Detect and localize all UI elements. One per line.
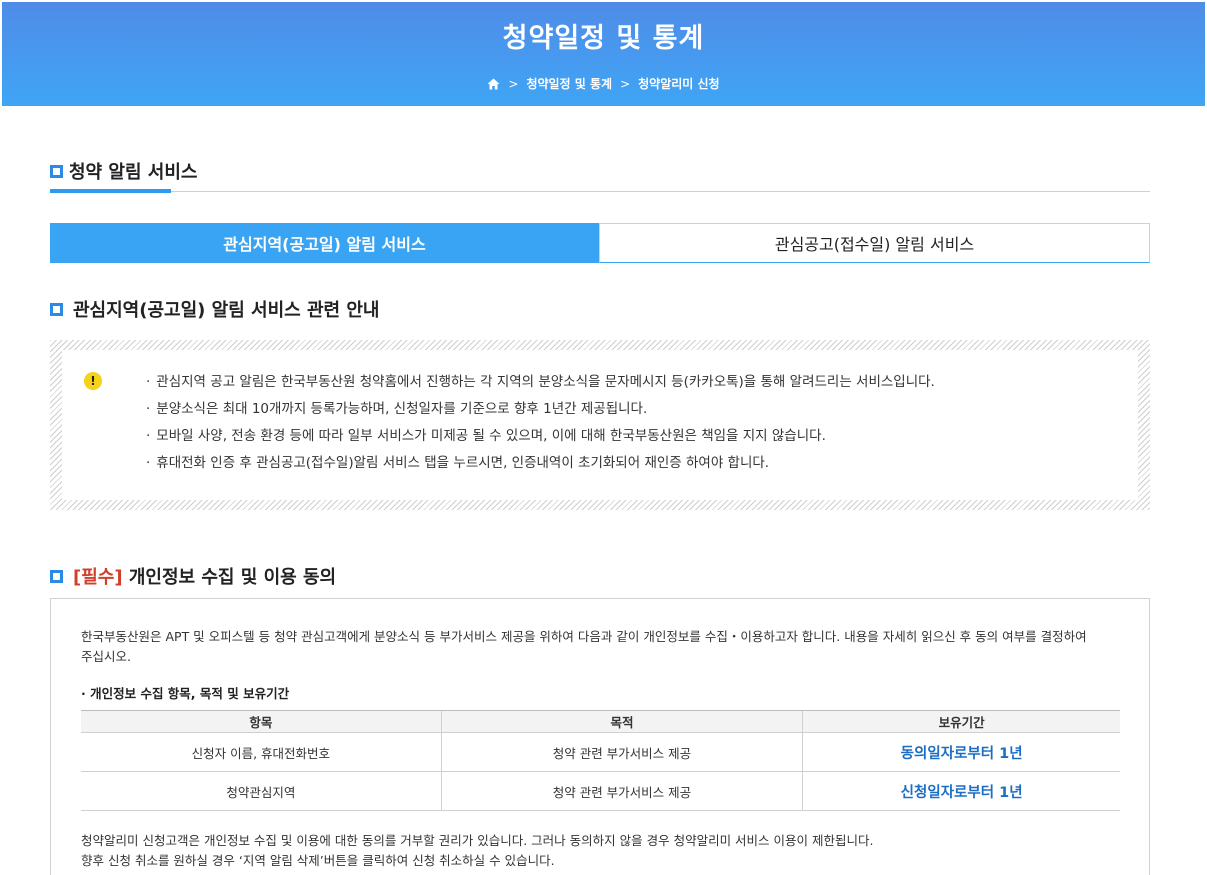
square-bullet-icon <box>50 164 63 178</box>
home-icon[interactable] <box>487 78 500 90</box>
privacy-consent-title: [필수] 개인정보 수집 및 이용 동의 <box>50 563 336 589</box>
privacy-intro: 한국부동산원은 APT 및 오피스텔 등 청약 관심고객에게 분양소식 등 부가… <box>81 629 1087 664</box>
page-title: 청약일정 및 통계 <box>502 23 705 54</box>
table-header-purpose: 목적 <box>440 710 803 733</box>
warning-icon: ! <box>84 372 102 390</box>
privacy-consent-title-text: 개인정보 수집 및 이용 동의 <box>128 567 337 588</box>
breadcrumb-item-schedule[interactable]: 청약일정 및 통계 <box>526 75 612 92</box>
chevron-right-icon: > <box>508 76 519 91</box>
tab-region-alert[interactable]: 관심지역(공고일) 알림 서비스 <box>50 223 599 263</box>
section-divider <box>50 191 1150 192</box>
privacy-footer-line: 청약알리미 신청고객은 개인정보 수집 및 이용에 대한 동의를 거부할 권리가… <box>81 833 874 848</box>
privacy-table: 항목 목적 보유기간 신청자 이름, 휴대전화번호 청약 관련 부가서비스 제공… <box>81 710 1120 811</box>
table-cell-purpose: 청약 관련 부가서비스 제공 <box>440 732 803 772</box>
notice-item: 모바일 사양, 전송 환경 등에 따라 일부 서비스가 미제공 될 수 있으며,… <box>146 426 935 453</box>
notice-box: ! 관심지역 공고 알림은 한국부동산원 청약홈에서 진행하는 각 지역의 분양… <box>50 340 1150 510</box>
table-cell-item: 청약관심지역 <box>81 771 442 811</box>
table-cell-retention: 동의일자로부터 1년 <box>802 732 1120 772</box>
notice-item: 휴대전화 인증 후 관심공고(접수일)알림 서비스 탭을 누르시면, 인증내역이… <box>146 453 935 480</box>
square-bullet-icon <box>50 302 63 316</box>
notice-item: 관심지역 공고 알림은 한국부동산원 청약홈에서 진행하는 각 지역의 분양소식… <box>146 372 935 399</box>
privacy-footer-line: 향후 신청 취소를 원하실 경우 ‘지역 알림 삭제’버튼을 클릭하여 신청 취… <box>81 853 555 868</box>
privacy-consent-box: 한국부동산원은 APT 및 오피스텔 등 청약 관심고객에게 분양소식 등 부가… <box>50 598 1150 875</box>
notice-title: 관심지역(공고일) 알림 서비스 관련 안내 <box>50 296 379 322</box>
table-row: 신청자 이름, 휴대전화번호 청약 관련 부가서비스 제공 동의일자로부터 1년 <box>81 732 1120 772</box>
notice-list: 관심지역 공고 알림은 한국부동산원 청약홈에서 진행하는 각 지역의 분양소식… <box>146 372 935 480</box>
section-title: 청약 알림 서비스 <box>50 158 197 184</box>
notice-title-text: 관심지역(공고일) 알림 서비스 관련 안내 <box>73 300 380 321</box>
table-row: 청약관심지역 청약 관련 부가서비스 제공 신청일자로부터 1년 <box>81 771 1120 811</box>
table-cell-purpose: 청약 관련 부가서비스 제공 <box>440 771 803 811</box>
section-divider-accent <box>50 189 171 193</box>
breadcrumb: > 청약일정 및 통계 > 청약알리미 신청 <box>2 75 1205 92</box>
privacy-footer: 청약알리미 신청고객은 개인정보 수집 및 이용에 대한 동의를 거부할 권리가… <box>81 831 873 871</box>
table-cell-item: 신청자 이름, 휴대전화번호 <box>81 732 442 772</box>
table-cell-retention: 신청일자로부터 1년 <box>802 771 1120 811</box>
section-title-text: 청약 알림 서비스 <box>69 162 198 183</box>
square-bullet-icon <box>50 569 63 583</box>
required-tag: [필수] <box>73 567 123 588</box>
table-header-item: 항목 <box>81 710 442 733</box>
privacy-subheading: · 개인정보 수집 항목, 목적 및 보유기간 <box>81 686 290 701</box>
notice-item: 분양소식은 최대 10개까지 등록가능하며, 신청일자를 기준으로 향후 1년간… <box>146 399 935 426</box>
page-header: 청약일정 및 통계 > 청약일정 및 통계 > 청약알리미 신청 <box>2 2 1205 106</box>
tab-notice-alert[interactable]: 관심공고(접수일) 알림 서비스 <box>599 223 1150 263</box>
notice-content: ! 관심지역 공고 알림은 한국부동산원 청약홈에서 진행하는 각 지역의 분양… <box>62 350 1138 500</box>
breadcrumb-item-alert[interactable]: 청약알리미 신청 <box>638 75 719 92</box>
chevron-right-icon: > <box>620 76 631 91</box>
table-header-retention: 보유기간 <box>802 710 1120 733</box>
service-tabs: 관심지역(공고일) 알림 서비스 관심공고(접수일) 알림 서비스 <box>50 223 1150 263</box>
